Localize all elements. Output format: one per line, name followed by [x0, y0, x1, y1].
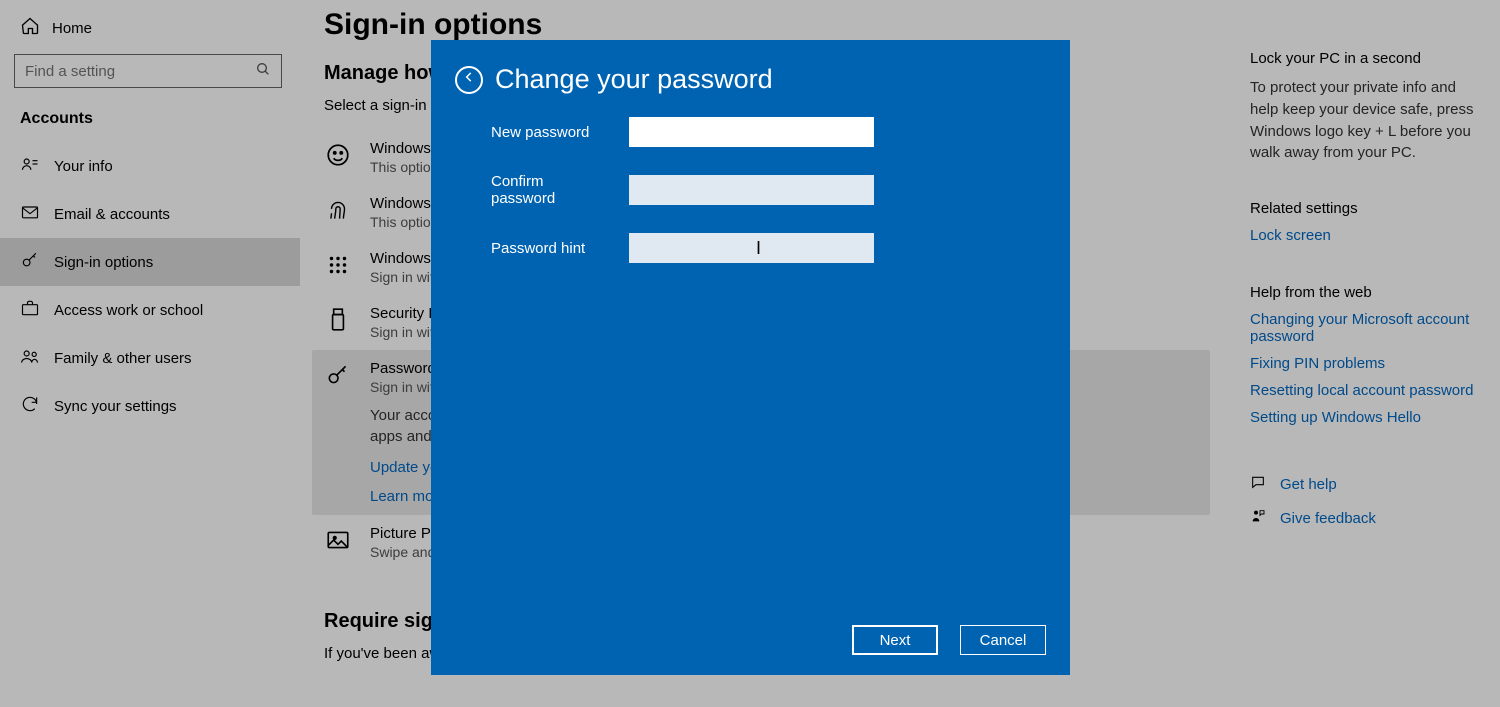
password-hint-label: Password hint — [491, 240, 611, 257]
confirm-password-label: Confirm password — [491, 173, 611, 207]
change-password-dialog: Change your password New password Confir… — [431, 40, 1070, 675]
password-hint-input[interactable] — [629, 233, 874, 263]
new-password-label: New password — [491, 124, 611, 141]
arrow-left-icon — [462, 70, 476, 89]
back-button[interactable] — [455, 66, 483, 94]
confirm-password-input[interactable] — [629, 175, 874, 205]
cancel-button[interactable]: Cancel — [960, 625, 1046, 655]
dialog-title: Change your password — [495, 64, 773, 95]
next-button[interactable]: Next — [852, 625, 938, 655]
new-password-input[interactable] — [629, 117, 874, 147]
